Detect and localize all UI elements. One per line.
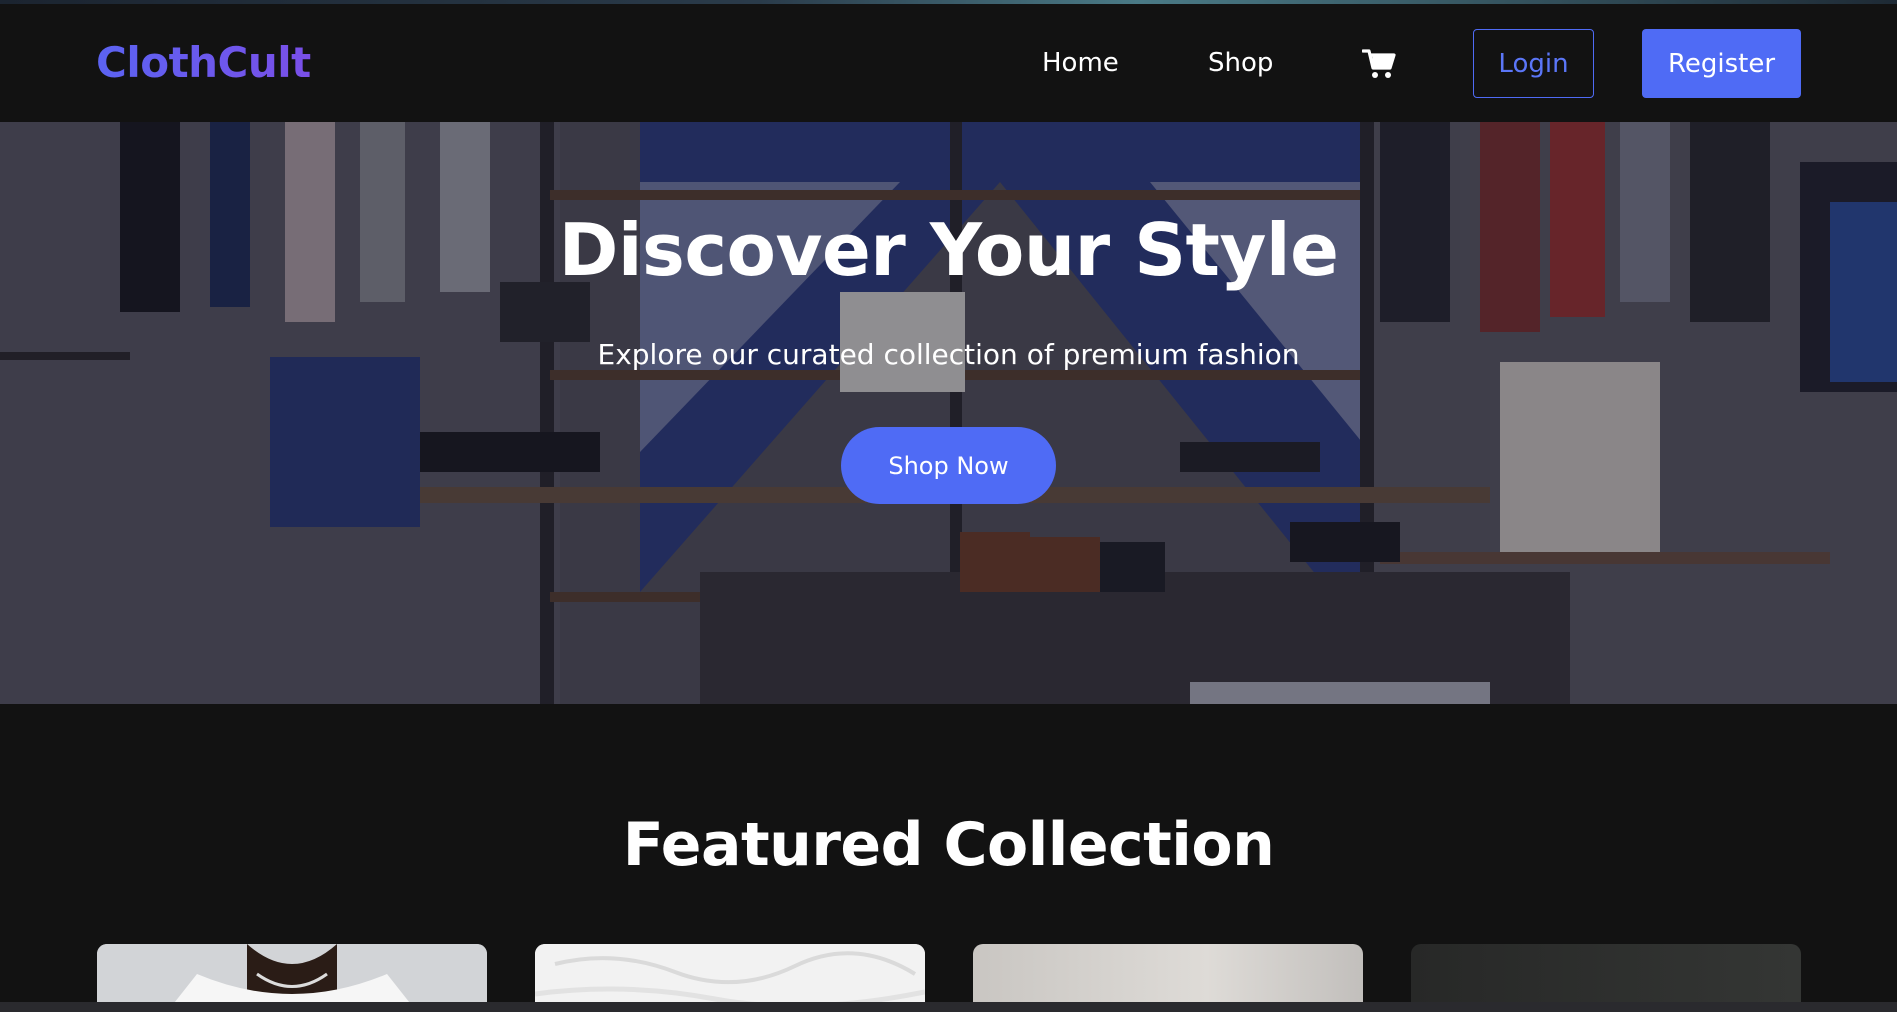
cart-icon[interactable] — [1361, 48, 1396, 80]
brand-logo[interactable]: ClothCult — [96, 38, 311, 87]
register-button[interactable]: Register — [1642, 29, 1801, 98]
featured-collection-title: Featured Collection — [622, 810, 1275, 880]
nav-shop-link[interactable]: Shop — [1208, 48, 1273, 78]
hero-subtitle: Explore our curated collection of premiu… — [597, 338, 1300, 371]
navbar: ClothCult Home Shop Login Register — [0, 4, 1897, 122]
hero-banner: Discover Your Style Explore our curated … — [0, 122, 1897, 704]
login-button[interactable]: Login — [1473, 29, 1594, 98]
page: ClothCult Home Shop Login Register Disco… — [0, 0, 1897, 1012]
shop-now-button[interactable]: Shop Now — [841, 427, 1056, 504]
browser-bottom-bar — [0, 1002, 1897, 1012]
hero-title: Discover Your Style — [558, 208, 1339, 292]
nav-home-link[interactable]: Home — [1042, 48, 1119, 78]
